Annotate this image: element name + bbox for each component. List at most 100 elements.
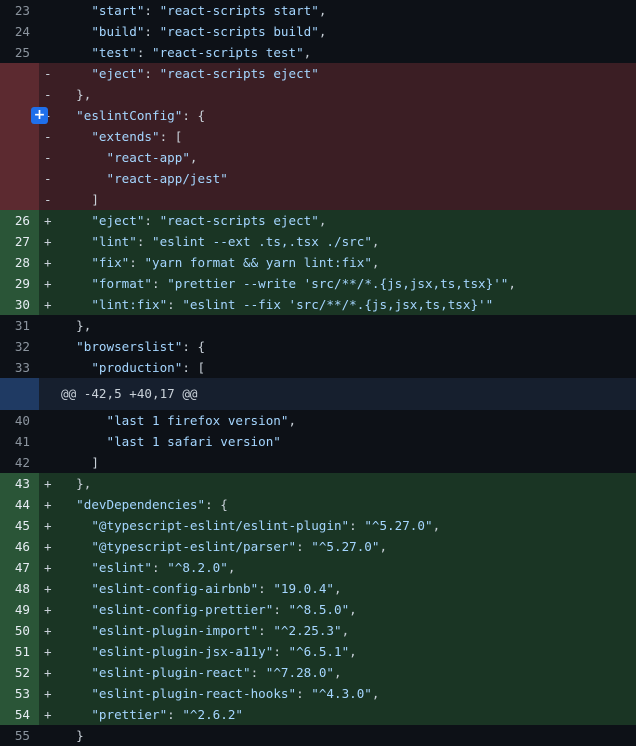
addition-marker: + [44,707,52,722]
punctuation-token: , [371,234,380,249]
hunk-header[interactable]: @@ -42,5 +40,17 @@ [0,378,636,410]
line-number: 41 [14,434,30,449]
code-text: }, [61,473,91,494]
addition-marker: + [44,276,52,291]
diff-line-del: - ] [0,189,636,210]
line-number [0,147,30,168]
string-token: "lint:fix" [91,297,168,312]
punctuation-token: , [371,255,380,270]
punctuation-token [61,644,91,659]
line-number: 45 [14,518,30,533]
code-text: "eslint-config-prettier": "^8.5.0", [61,599,357,620]
line-number: 42 [14,455,30,470]
punctuation-token: , [288,413,297,428]
line-number: 48 [14,581,30,596]
code-text: "eslint-plugin-jsx-a11y": "^6.5.1", [61,641,356,662]
diff-line-add: 30 + "lint:fix": "eslint --fix 'src/**/*.… [0,294,636,315]
diff-line-context: 24 "build": "react-scripts build", [0,21,636,42]
punctuation-token: }, [61,476,92,491]
string-token: "react-app/jest" [106,171,228,186]
code-text: "react-app/jest" [61,168,228,189]
diff-view: 23 "start": "react-scripts start", 24 "bu… [0,0,636,746]
line-number: 25 [14,45,30,60]
code-text: "eslint-plugin-react-hooks": "^4.3.0", [61,683,379,704]
punctuation-token: , [189,150,198,165]
string-token: "eslintConfig" [76,108,183,123]
addition-marker: + [44,255,52,270]
line-number: 29 [14,276,30,291]
punctuation-token [61,434,107,449]
string-token: "eject" [91,66,145,81]
punctuation-token: ] [61,192,99,207]
line-number: 47 [14,560,30,575]
diff-line-add: 47 + "eslint": "^8.2.0", [0,557,636,578]
line-number [0,105,30,126]
string-token: "prettier --write 'src/**/*.{js,jsx,ts,t… [167,276,509,291]
diff-line-context: 55 } [0,725,636,746]
punctuation-token: : [144,66,160,81]
string-token: "test" [91,45,137,60]
punctuation-token: , [349,602,357,617]
line-number [0,84,30,105]
diff-line-context: 41 "last 1 safari version" [0,431,636,452]
punctuation-token: : [144,213,160,228]
punctuation-token: , [318,24,327,39]
punctuation-token [61,255,91,270]
diff-line-add: 43 + }, [0,473,636,494]
diff-line-add: 49 + "eslint-config-prettier": "^8.5.0", [0,599,636,620]
addition-marker: + [44,518,52,533]
punctuation-token [61,360,91,375]
code-text: ] [61,189,99,210]
string-token: "fix" [91,255,130,270]
code-text: }, [61,315,91,336]
punctuation-token: : [258,623,274,638]
line-number: 43 [14,476,30,491]
add-comment-button[interactable]: + [31,107,48,124]
code-text: "fix": "yarn format && yarn lint:fix", [61,252,380,273]
string-token: "^6.5.1" [288,644,350,659]
diff-line-context: 31 }, [0,315,636,336]
punctuation-token [61,297,91,312]
line-number: 51 [14,644,30,659]
string-token: "react-scripts eject" [159,66,319,81]
punctuation-token [61,581,91,596]
line-number: 33 [14,360,30,375]
line-number [0,126,30,147]
string-token: "^5.27.0" [311,539,380,554]
punctuation-token: : [167,707,183,722]
punctuation-token: ] [61,455,99,470]
punctuation-token: : [349,518,365,533]
punctuation-token: @@ -42,5 +40,17 @@ [61,386,198,401]
diff-line-context: 25 "test": "react-scripts test", [0,42,636,63]
punctuation-token [61,413,107,428]
addition-marker: + [44,665,52,680]
code-text: "production": [ [61,357,205,378]
string-token: "eslint" [91,560,153,575]
punctuation-token: , [334,581,342,596]
code-text: "eslint-plugin-import": "^2.25.3", [61,620,349,641]
punctuation-token [61,129,91,144]
code-text: "@typescript-eslint/eslint-plugin": "^5.… [61,515,440,536]
diff-line-add: 26 + "eject": "react-scripts eject", [0,210,636,231]
string-token: "^7.28.0" [265,665,334,680]
string-token: "devDependencies" [76,497,206,512]
punctuation-token: : [273,644,289,659]
punctuation-token [61,623,91,638]
diff-line-add: 48 + "eslint-config-airbnb": "19.0.4", [0,578,636,599]
code-text: "extends": [ [61,126,182,147]
diff-line-add: 52 + "eslint-plugin-react": "^7.28.0", [0,662,636,683]
punctuation-token: , [379,539,388,554]
line-number: 28 [14,255,30,270]
string-token: "^4.3.0" [311,686,372,701]
string-token: "^2.25.3" [273,623,342,638]
punctuation-token: : [ [159,129,183,144]
diff-line-add: 44 + "devDependencies": { [0,494,636,515]
line-number [0,63,30,84]
diff-line-context: 40 "last 1 firefox version", [0,410,636,431]
line-number: 55 [14,728,30,743]
addition-marker: + [44,539,52,554]
string-token: "react-app" [106,150,190,165]
addition-marker: + [44,623,52,638]
string-token: "last 1 firefox version" [106,413,289,428]
string-token: "eslint-config-airbnb" [91,581,259,596]
